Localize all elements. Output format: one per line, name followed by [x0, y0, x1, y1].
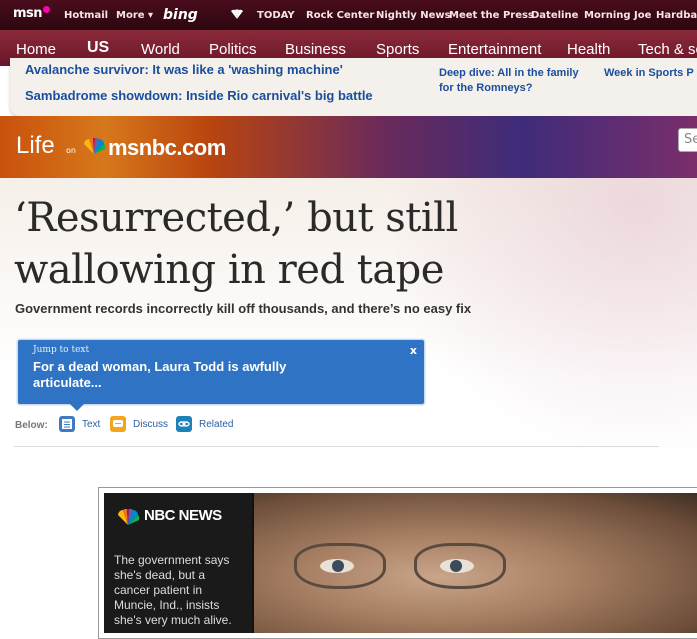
msn-logo-text: msn: [13, 6, 43, 21]
nightly-news-link[interactable]: Nightly News: [376, 10, 451, 21]
bing-logo[interactable]: bing: [163, 7, 198, 23]
text-icon[interactable]: [59, 416, 75, 432]
nav-world[interactable]: World: [141, 41, 180, 58]
headlines-dropdown: Avalanche survivor: It was like a 'washi…: [10, 58, 697, 116]
headline-link-romneys-2[interactable]: for the Romneys?: [439, 82, 533, 94]
video-thumbnail[interactable]: [254, 493, 697, 633]
headline-link-avalanche[interactable]: Avalanche survivor: It was like a 'washi…: [25, 62, 343, 77]
nbc-news-peacock-icon: [118, 509, 140, 525]
headline-link-week-in-sports[interactable]: Week in Sports P: [604, 67, 694, 79]
pointer-arrow: [70, 404, 84, 411]
close-icon[interactable]: x: [410, 344, 417, 357]
article-dek: Government records incorrectly kill off …: [15, 301, 472, 316]
caret-down-icon: ▾: [148, 10, 154, 21]
hotmail-link[interactable]: Hotmail: [64, 10, 108, 21]
search-input[interactable]: Se: [678, 128, 697, 152]
nbc-news-logo-text: NBC NEWS: [144, 507, 222, 524]
on-label: on: [66, 146, 76, 155]
nav-politics[interactable]: Politics: [209, 41, 257, 58]
video-player[interactable]: NBC NEWS The government says she's dead,…: [98, 487, 697, 639]
morning-joe-link[interactable]: Morning Joe: [584, 10, 651, 21]
below-link-text[interactable]: Text: [82, 419, 100, 430]
nav-entertainment[interactable]: Entertainment: [448, 41, 541, 58]
jump-text[interactable]: For a dead woman, Laura Todd is awfully …: [33, 359, 353, 391]
more-menu[interactable]: More ▾: [116, 10, 153, 21]
hardball-link[interactable]: Hardball: [656, 10, 697, 21]
nav-business[interactable]: Business: [285, 41, 346, 58]
below-link-discuss[interactable]: Discuss: [133, 419, 168, 430]
pupil-left: [332, 560, 344, 572]
life-section-title[interactable]: Life: [16, 132, 55, 160]
headline-link-romneys-1[interactable]: Deep dive: All in the family: [439, 67, 579, 79]
video-sidebar: NBC NEWS The government says she's dead,…: [104, 493, 252, 633]
nav-sports[interactable]: Sports: [376, 41, 419, 58]
article-headline: ‘Resurrected,’ but still wallowing in re…: [14, 195, 458, 293]
divider: [14, 446, 659, 447]
msn-top-bar: msn Hotmail More ▾ bing TODAY Rock Cente…: [0, 0, 697, 30]
discuss-icon[interactable]: [110, 416, 126, 432]
peacock-icon: [231, 9, 243, 19]
meet-the-press-link[interactable]: Meet the Press: [449, 10, 534, 21]
video-frame[interactable]: NBC NEWS The government says she's dead,…: [104, 493, 697, 633]
related-icon[interactable]: [176, 416, 192, 432]
msnbc-brand[interactable]: msnbc.com: [108, 135, 226, 161]
video-description: The government says she's dead, but a ca…: [114, 553, 232, 627]
below-label: Below:: [15, 420, 48, 431]
below-link-related[interactable]: Related: [199, 419, 233, 430]
dateline-link[interactable]: Dateline: [531, 10, 578, 21]
msn-logo[interactable]: msn: [13, 6, 51, 21]
jump-title: Jump to text: [33, 345, 90, 355]
butterfly-icon: [43, 6, 51, 13]
nav-us[interactable]: US: [87, 39, 109, 57]
rock-center-link[interactable]: Rock Center: [306, 10, 374, 21]
headline-link-sambadrome[interactable]: Sambadrome showdown: Inside Rio carnival…: [25, 88, 373, 103]
life-banner: Life on msnbc.com: [0, 116, 697, 178]
pupil-right: [450, 560, 462, 572]
nbc-peacock-icon: [84, 138, 106, 154]
nav-tech[interactable]: Tech & sc: [638, 41, 697, 58]
nav-home[interactable]: Home: [16, 41, 56, 58]
today-link[interactable]: TODAY: [257, 10, 295, 21]
jump-to-text-box[interactable]: Jump to text x For a dead woman, Laura T…: [17, 339, 425, 411]
more-label: More: [116, 10, 145, 21]
nav-health[interactable]: Health: [567, 41, 610, 58]
